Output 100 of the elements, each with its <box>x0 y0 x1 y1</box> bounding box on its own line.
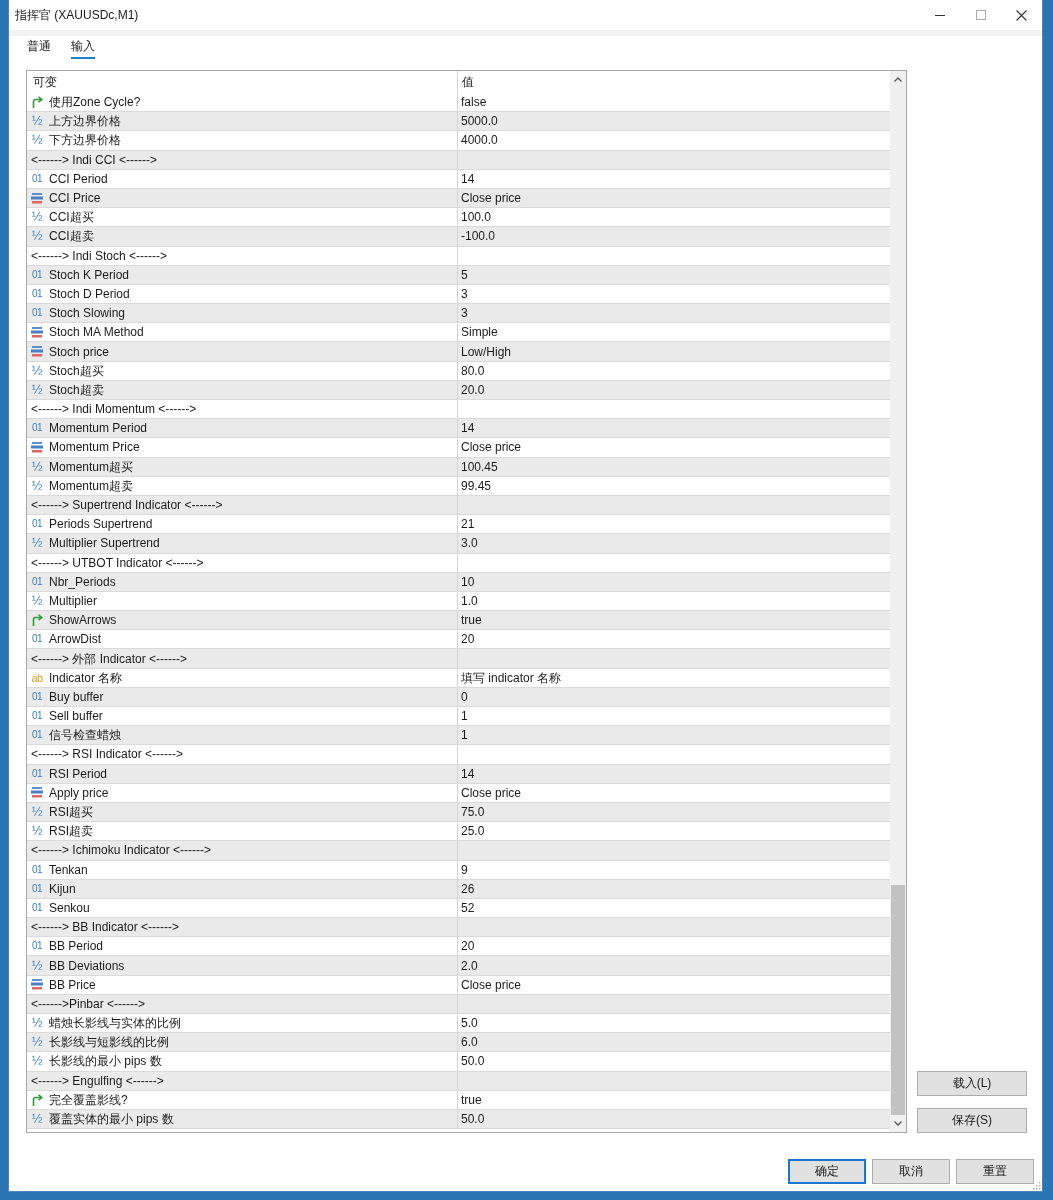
digits-icon: 01 <box>31 287 43 300</box>
digits-icon: 01 <box>31 710 43 723</box>
value-cell[interactable]: 20 <box>458 937 890 956</box>
value-cell[interactable]: 3.0 <box>458 534 890 553</box>
vertical-scrollbar[interactable] <box>890 71 906 1132</box>
variable-name: Momentum超卖 <box>49 477 134 494</box>
digits-icon: 01 <box>31 690 43 703</box>
list-icon <box>31 979 43 991</box>
value-cell[interactable]: false <box>458 93 890 112</box>
variable-name: Kijun <box>49 880 76 897</box>
value-cell[interactable]: 5.0 <box>458 1014 890 1033</box>
value-cell[interactable]: Close price <box>458 438 890 457</box>
digits-icon: 01 <box>31 863 43 876</box>
value-cell[interactable]: Close price <box>458 783 890 802</box>
variable-name: BB Price <box>49 976 96 993</box>
tab[interactable]: 普通 <box>27 36 51 59</box>
value-cell[interactable]: 21 <box>458 515 890 534</box>
value-cell[interactable]: 10 <box>458 572 890 591</box>
fraction-icon: ½ <box>31 479 43 492</box>
variable-name: Momentum Price <box>49 439 140 456</box>
value-cell[interactable]: 14 <box>458 169 890 188</box>
side-button[interactable]: 载入(L) <box>917 1071 1027 1096</box>
value-cell[interactable]: 75.0 <box>458 802 890 822</box>
variable-name: 信号检查蜡烛 <box>49 727 121 744</box>
fraction-icon: ½ <box>31 383 43 396</box>
value-cell[interactable]: 80.0 <box>458 361 890 380</box>
section-divider-label: <------> Ichimoku Indicator <------> <box>31 842 212 859</box>
digits-icon: 01 <box>31 518 43 531</box>
value-cell[interactable]: Close price <box>458 188 890 208</box>
variable-name: CCI超买 <box>49 209 94 226</box>
dialog-button[interactable]: 确定 <box>788 1159 866 1184</box>
value-cell[interactable]: Low/High <box>458 342 890 361</box>
section-divider-label: <------> BB Indicator <------> <box>31 919 180 936</box>
value-cell[interactable]: 1 <box>458 726 890 745</box>
variable-name: Senkou <box>49 899 90 916</box>
value-cell[interactable]: 100.45 <box>458 457 890 476</box>
variable-name: CCI超卖 <box>49 228 94 245</box>
value-cell[interactable]: 20.0 <box>458 380 890 399</box>
value-cell[interactable]: 100.0 <box>458 208 890 227</box>
dialog-button[interactable]: 取消 <box>872 1159 950 1184</box>
value-cell[interactable]: 9 <box>458 860 890 879</box>
value-cell[interactable]: Simple <box>458 323 890 342</box>
value-cell[interactable]: 6.0 <box>458 1033 890 1052</box>
list-icon <box>31 441 43 453</box>
value-cell[interactable]: 52 <box>458 898 890 918</box>
variable-name: Periods Supertrend <box>49 516 153 533</box>
value-cell[interactable]: 3 <box>458 304 890 323</box>
variable-name: BB Period <box>49 938 104 955</box>
value-cell[interactable]: 99.45 <box>458 476 890 495</box>
variable-name: RSI超买 <box>49 804 93 821</box>
section-divider-label: <------> 外部 Indicator <------> <box>31 650 187 667</box>
resize-grip-icon[interactable] <box>1031 1180 1041 1190</box>
value-cell[interactable]: 25.0 <box>458 822 890 841</box>
section-divider-label: <------> RSI Indicator <------> <box>31 746 183 763</box>
value-cell[interactable]: 1.0 <box>458 591 890 611</box>
value-cell[interactable]: 20 <box>458 630 890 649</box>
tab[interactable]: 输入 <box>71 36 95 59</box>
turn-arrow-icon <box>31 96 43 109</box>
fraction-icon: ½ <box>31 1036 43 1049</box>
variable-name: 上方边界价格 <box>49 113 121 130</box>
value-cell[interactable]: 4000.0 <box>458 131 890 150</box>
section-divider-label: <------> Indi Momentum <------> <box>31 401 197 418</box>
variable-name: Stoch超买 <box>49 362 104 379</box>
window-title: 指挥官 (XAUUSDc,M1) <box>15 6 140 24</box>
column-header: 值 <box>461 73 475 91</box>
variable-name: 蜡烛长影线与实体的比例 <box>49 1015 181 1032</box>
value-cell[interactable]: -100.0 <box>458 227 890 246</box>
scrollbar-thumb[interactable] <box>891 885 905 1115</box>
value-cell[interactable]: 2.0 <box>458 956 890 975</box>
value-cell[interactable]: 0 <box>458 687 890 706</box>
value-cell[interactable]: 26 <box>458 879 890 898</box>
side-button[interactable]: 保存(S) <box>917 1108 1027 1133</box>
value-cell[interactable]: 50.0 <box>458 1052 890 1071</box>
value-cell[interactable]: 50.0 <box>458 1109 890 1129</box>
variable-name: Indicator 名称 <box>49 669 123 686</box>
variable-name: Multiplier <box>49 592 97 609</box>
value-cell[interactable]: 3 <box>458 284 890 304</box>
value-cell[interactable]: 5 <box>458 265 890 284</box>
value-cell[interactable]: 14 <box>458 419 890 438</box>
variable-name: BB Deviations <box>49 957 125 974</box>
variable-name: Sell buffer <box>49 708 103 725</box>
dialog-button[interactable]: 重置 <box>956 1159 1034 1184</box>
variable-name: CCI Period <box>49 170 108 187</box>
variable-name: Apply price <box>49 784 109 801</box>
fraction-icon: ½ <box>31 1055 43 1068</box>
value-cell[interactable]: 1 <box>458 707 890 726</box>
variable-name: Nbr_Periods <box>49 573 116 590</box>
chevron-down-icon <box>894 1121 902 1126</box>
value-cell[interactable]: Close price <box>458 975 890 994</box>
variable-name: Multiplier Supertrend <box>49 535 160 552</box>
value-cell[interactable]: 5000.0 <box>458 112 890 131</box>
value-cell[interactable]: 14 <box>458 764 890 783</box>
chevron-up-icon <box>894 77 902 82</box>
value-cell[interactable]: true <box>458 611 890 630</box>
variable-name: Momentum Period <box>49 420 148 437</box>
fraction-icon: ½ <box>31 806 43 819</box>
value-cell[interactable]: 填写 indicator 名称 <box>458 668 890 687</box>
value-cell[interactable]: true <box>458 1090 890 1109</box>
section-divider-label: <------> Indi Stoch <------> <box>31 247 168 264</box>
fraction-icon: ½ <box>31 134 43 147</box>
